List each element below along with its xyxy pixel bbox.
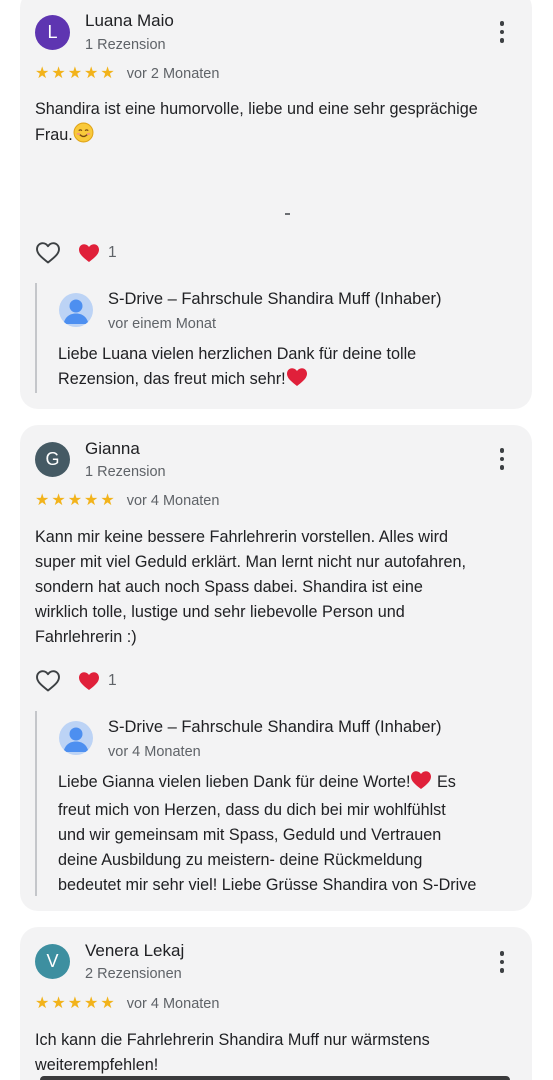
review-count: 2 Rezensionen	[85, 966, 182, 982]
avatar-letter: G	[45, 449, 60, 469]
reply-text-line: deine Ausbildung zu meistern- deine Rück…	[58, 851, 423, 869]
reply-date: vor 4 Monaten	[108, 744, 201, 760]
review-text-line: Fahrlehrerin :)	[35, 628, 137, 646]
star-icon: ★	[100, 995, 115, 1012]
owner-avatar[interactable]	[59, 721, 93, 755]
review-text-line: Ich kann die Fahrlehrerin Shandira Muff …	[35, 1031, 430, 1049]
star-icon: ★	[51, 492, 66, 509]
review-date: vor 2 Monaten	[126, 66, 220, 82]
reply-text-line: Liebe Luana vielen herzlichen Dank für d…	[58, 345, 417, 363]
review-text-line: wirklich tolle, lustige und sehr liebevo…	[35, 603, 405, 621]
smiling-face-emoji	[73, 122, 94, 151]
review-text-line: weiterempfehlen!	[35, 1056, 159, 1074]
star-icon: ★	[35, 995, 50, 1012]
reactions: 1	[35, 668, 117, 694]
rating: ★ ★ ★ ★ ★ vor 4 Monaten	[35, 996, 220, 1013]
owner-name: S-Drive – Fahrschule Shandira Muff (Inha…	[108, 718, 442, 736]
review-date: vor 4 Monaten	[126, 996, 220, 1012]
avatar[interactable]: V	[35, 944, 70, 979]
reaction-count: 1	[108, 244, 117, 261]
owner-reply: S-Drive – Fahrschule Shandira Muff (Inha…	[35, 711, 518, 896]
reaction-count: 1	[108, 672, 117, 689]
review-text-line: super mit viel Geduld erklärt. Man lernt…	[35, 553, 466, 571]
more-options-button[interactable]	[490, 17, 514, 47]
reply-text: Liebe Gianna vielen lieben Dank für dein…	[58, 770, 518, 898]
star-icon: ★	[100, 492, 115, 509]
like-button[interactable]	[35, 668, 63, 694]
review-text: Ich kann die Fahrlehrerin Shandira Muff …	[35, 1028, 518, 1078]
red-heart-emoji[interactable]	[78, 243, 100, 263]
star-icon: ★	[100, 65, 115, 82]
star-icon: ★	[67, 65, 83, 82]
reply-date: vor einem Monat	[108, 316, 216, 332]
owner-name: S-Drive – Fahrschule Shandira Muff (Inha…	[108, 290, 442, 308]
review-text: Shandira ist eine humorvolle, liebe und …	[35, 97, 518, 151]
avatar[interactable]: L	[35, 15, 70, 50]
star-icon: ★	[67, 492, 83, 509]
review-card: L Luana Maio 1 Rezension ★ ★ ★ ★ ★ vor 2 Mon…	[20, 0, 532, 409]
reply-text-line: freut mich von Herzen, dass du dich bei …	[58, 801, 446, 819]
reviewer-name[interactable]: Luana Maio	[85, 11, 174, 31]
reviewer-name[interactable]: Gianna	[85, 439, 140, 459]
red-heart-emoji[interactable]	[78, 671, 100, 691]
star-icon: ★	[35, 492, 50, 509]
reactions: 1	[35, 240, 117, 266]
review-text-line: Frau.	[35, 126, 73, 144]
review-text-line: Kann mir keine bessere Fahrlehrerin vors…	[35, 528, 448, 546]
default-profile-icon	[63, 299, 89, 324]
star-rating: ★ ★ ★ ★ ★	[35, 66, 115, 82]
star-rating: ★ ★ ★ ★ ★	[35, 493, 115, 509]
reply-text-line: bedeutet mir sehr viel! Liebe Grüsse Sha…	[58, 876, 477, 894]
divider	[285, 213, 290, 215]
heart-outline-icon	[36, 670, 60, 692]
review-count: 1 Rezension	[85, 37, 166, 53]
rating: ★ ★ ★ ★ ★ vor 2 Monaten	[35, 66, 220, 83]
review-count: 1 Rezension	[85, 464, 166, 480]
reply-text-line: Rezension, das freut mich sehr!	[58, 370, 286, 388]
avatar-letter: L	[47, 22, 58, 42]
reply-text-line: Es	[432, 773, 456, 791]
review-text-line: Shandira ist eine humorvolle, liebe und …	[35, 100, 478, 118]
reply-text-line: und wir gemeinsam mit Spass, Geduld und …	[58, 826, 442, 844]
star-icon: ★	[67, 995, 83, 1012]
star-icon: ★	[84, 995, 99, 1012]
reply-text: Liebe Luana vielen herzlichen Dank für d…	[58, 342, 518, 395]
owner-reply: S-Drive – Fahrschule Shandira Muff (Inha…	[35, 283, 518, 393]
star-icon: ★	[35, 65, 50, 82]
more-options-button[interactable]	[490, 947, 514, 977]
avatar[interactable]: G	[35, 442, 70, 477]
star-icon: ★	[84, 65, 99, 82]
star-icon: ★	[51, 65, 66, 82]
review-card: G Gianna 1 Rezension ★ ★ ★ ★ ★ vor 4 Monaten…	[20, 425, 532, 911]
star-icon: ★	[84, 492, 99, 509]
owner-avatar[interactable]	[59, 293, 93, 327]
review-text-line: sondern hat auch noch Spass dabei. Shand…	[35, 578, 423, 596]
red-heart-emoji	[410, 770, 432, 798]
reply-text-line: Liebe Gianna vielen lieben Dank für dein…	[58, 773, 411, 791]
home-indicator[interactable]	[40, 1076, 510, 1080]
like-button[interactable]	[35, 240, 63, 266]
default-profile-icon	[63, 727, 89, 752]
star-rating: ★ ★ ★ ★ ★	[35, 996, 115, 1012]
rating: ★ ★ ★ ★ ★ vor 4 Monaten	[35, 493, 220, 510]
red-heart-emoji	[286, 367, 308, 395]
heart-outline-icon	[36, 242, 60, 264]
review-card: V Venera Lekaj 2 Rezensionen ★ ★ ★ ★ ★ vor 4…	[20, 927, 532, 1080]
reviewer-name[interactable]: Venera Lekaj	[85, 941, 184, 961]
avatar-letter: V	[46, 951, 59, 971]
more-options-button[interactable]	[490, 444, 514, 474]
review-date: vor 4 Monaten	[126, 493, 220, 509]
review-text: Kann mir keine bessere Fahrlehrerin vors…	[35, 525, 518, 650]
star-icon: ★	[51, 995, 66, 1012]
